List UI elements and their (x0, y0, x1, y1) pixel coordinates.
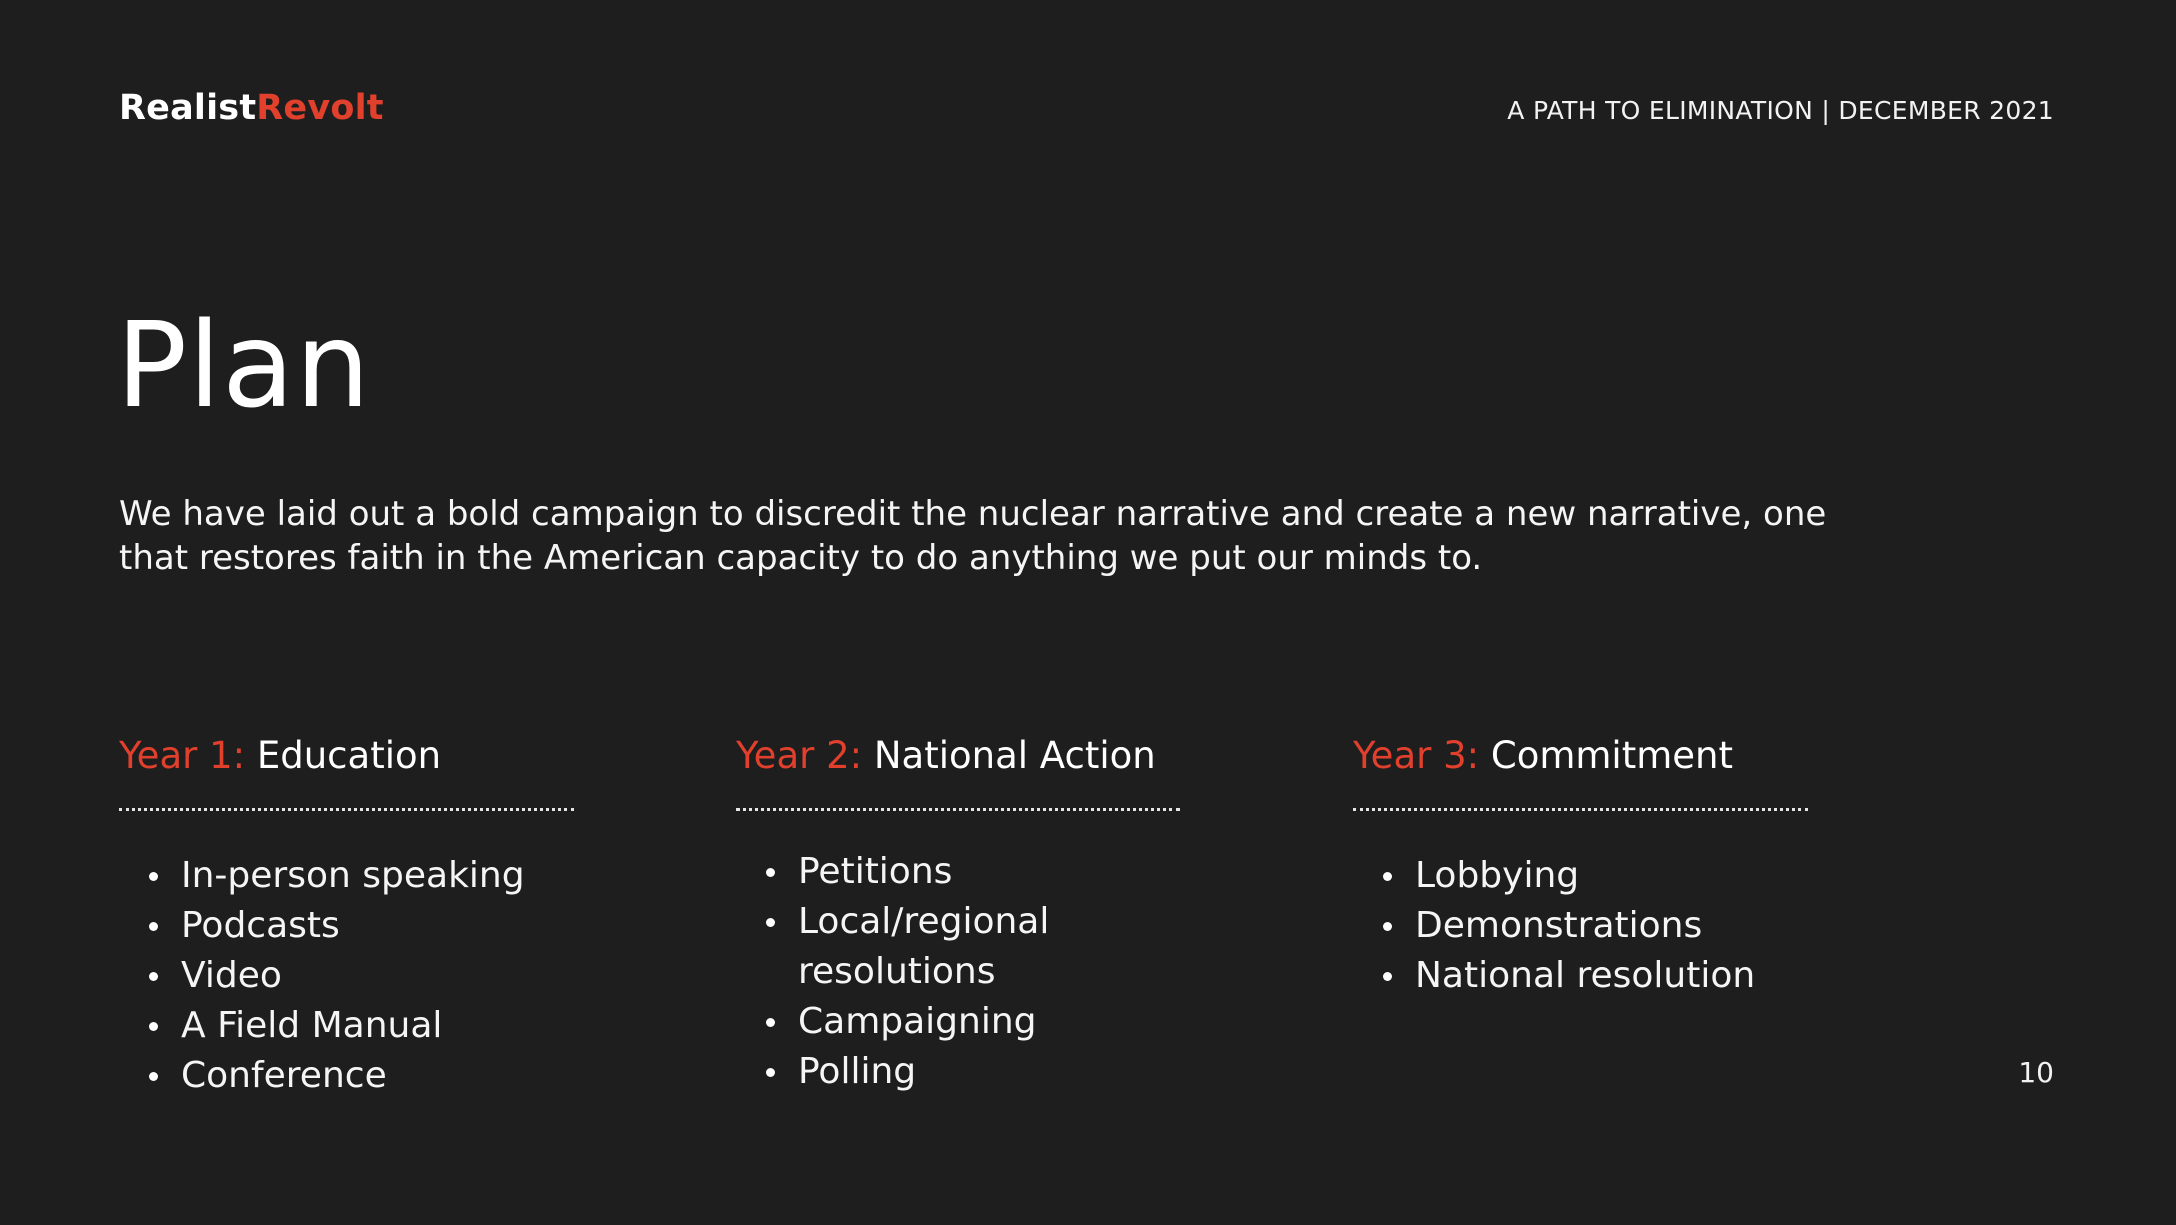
list-item-text: A Field Manual (181, 1005, 443, 1046)
list-item: Video (149, 951, 574, 1001)
list-item: Local/regional resolutions (766, 897, 1088, 997)
page-number: 10 (2018, 1056, 2054, 1089)
bullet-icon (149, 922, 158, 931)
list-item-text: National resolution (1415, 955, 1756, 996)
logo-revolt: Revolt (256, 88, 384, 128)
year-2-heading: Year 2: National Action (736, 734, 1180, 778)
year-1-list: In-person speaking Podcasts Video A Fiel… (119, 851, 574, 1101)
year-1-label: Year 1: (119, 734, 246, 777)
list-item: Campaigning (766, 997, 1180, 1047)
intro-line-1: We have laid out a bold campaign to disc… (119, 494, 1827, 534)
bullet-icon (1383, 922, 1392, 931)
list-item-text: In-person speaking (181, 855, 525, 896)
list-item-text: Conference (181, 1055, 387, 1096)
intro-line-2: that restores faith in the American capa… (119, 538, 1483, 578)
bullet-icon (766, 1018, 775, 1027)
year-3-column: Year 3: Commitment Lobbying Demonstratio… (1353, 734, 1808, 1001)
year-2-label: Year 2: (736, 734, 863, 777)
list-item: National resolution (1383, 951, 1808, 1001)
list-item: Polling (766, 1047, 1180, 1097)
list-item: Conference (149, 1051, 574, 1101)
bullet-icon (1383, 972, 1392, 981)
intro-paragraph: We have laid out a bold campaign to disc… (119, 492, 1999, 580)
year-2-divider (736, 808, 1180, 811)
year-3-label: Year 3: (1353, 734, 1480, 777)
bullet-icon (149, 972, 158, 981)
year-2-column: Year 2: National Action Petitions Local/… (736, 734, 1180, 1097)
list-item-text: Video (181, 955, 282, 996)
list-item: Lobbying (1383, 851, 1808, 901)
list-item: In-person speaking (149, 851, 574, 901)
year-1-heading: Year 1: Education (119, 734, 574, 778)
year-2-list: Petitions Local/regional resolutions Cam… (736, 847, 1180, 1097)
bullet-icon (1383, 872, 1392, 881)
bullet-icon (766, 868, 775, 877)
list-item-text: Local/regional resolutions (798, 901, 1050, 992)
bullet-icon (149, 872, 158, 881)
list-item-text: Demonstrations (1415, 905, 1703, 946)
list-item: Demonstrations (1383, 901, 1808, 951)
list-item-text: Polling (798, 1051, 917, 1092)
deck-subtitle: A PATH TO ELIMINATION | DECEMBER 2021 (1507, 96, 2054, 125)
year-1-column: Year 1: Education In-person speaking Pod… (119, 734, 574, 1101)
year-2-theme: National Action (862, 734, 1156, 777)
year-1-divider (119, 808, 574, 811)
year-3-divider (1353, 808, 1808, 811)
list-item-text: Campaigning (798, 1001, 1037, 1042)
bullet-icon (766, 918, 775, 927)
list-item: A Field Manual (149, 1001, 574, 1051)
bullet-icon (149, 1022, 158, 1031)
year-1-theme: Education (245, 734, 442, 777)
brand-logo: RealistRevolt (119, 88, 384, 128)
list-item-text: Podcasts (181, 905, 340, 946)
list-item-text: Lobbying (1415, 855, 1580, 896)
list-item: Petitions (766, 847, 1180, 897)
bullet-icon (149, 1072, 158, 1081)
year-3-list: Lobbying Demonstrations National resolut… (1353, 851, 1808, 1001)
year-3-heading: Year 3: Commitment (1353, 734, 1808, 778)
list-item-text: Petitions (798, 851, 953, 892)
slide-title: Plan (116, 296, 372, 434)
list-item: Podcasts (149, 901, 574, 951)
year-3-theme: Commitment (1479, 734, 1733, 777)
logo-realist: Realist (119, 88, 257, 128)
bullet-icon (766, 1068, 775, 1077)
